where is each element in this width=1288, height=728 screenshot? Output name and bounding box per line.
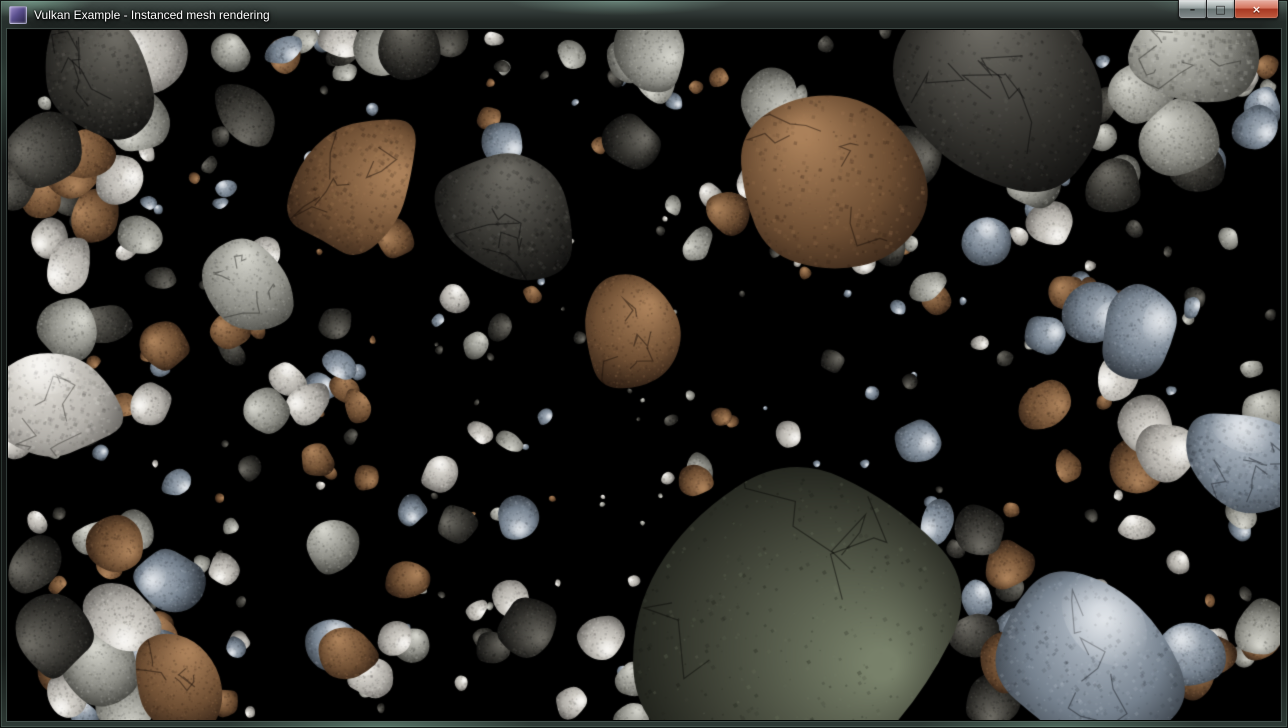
viewport-container: [8, 30, 1280, 720]
app-icon: [9, 6, 27, 24]
window-controls: – □ ×: [1179, 0, 1279, 19]
window-title: Vulkan Example - Instanced mesh renderin…: [34, 8, 270, 22]
maximize-button[interactable]: □: [1206, 0, 1235, 19]
render-viewport[interactable]: [8, 30, 1280, 720]
title-bar[interactable]: Vulkan Example - Instanced mesh renderin…: [0, 0, 1288, 30]
app-window: Vulkan Example - Instanced mesh renderin…: [0, 0, 1288, 728]
minimize-button[interactable]: –: [1178, 0, 1207, 19]
close-button[interactable]: ×: [1234, 0, 1279, 19]
